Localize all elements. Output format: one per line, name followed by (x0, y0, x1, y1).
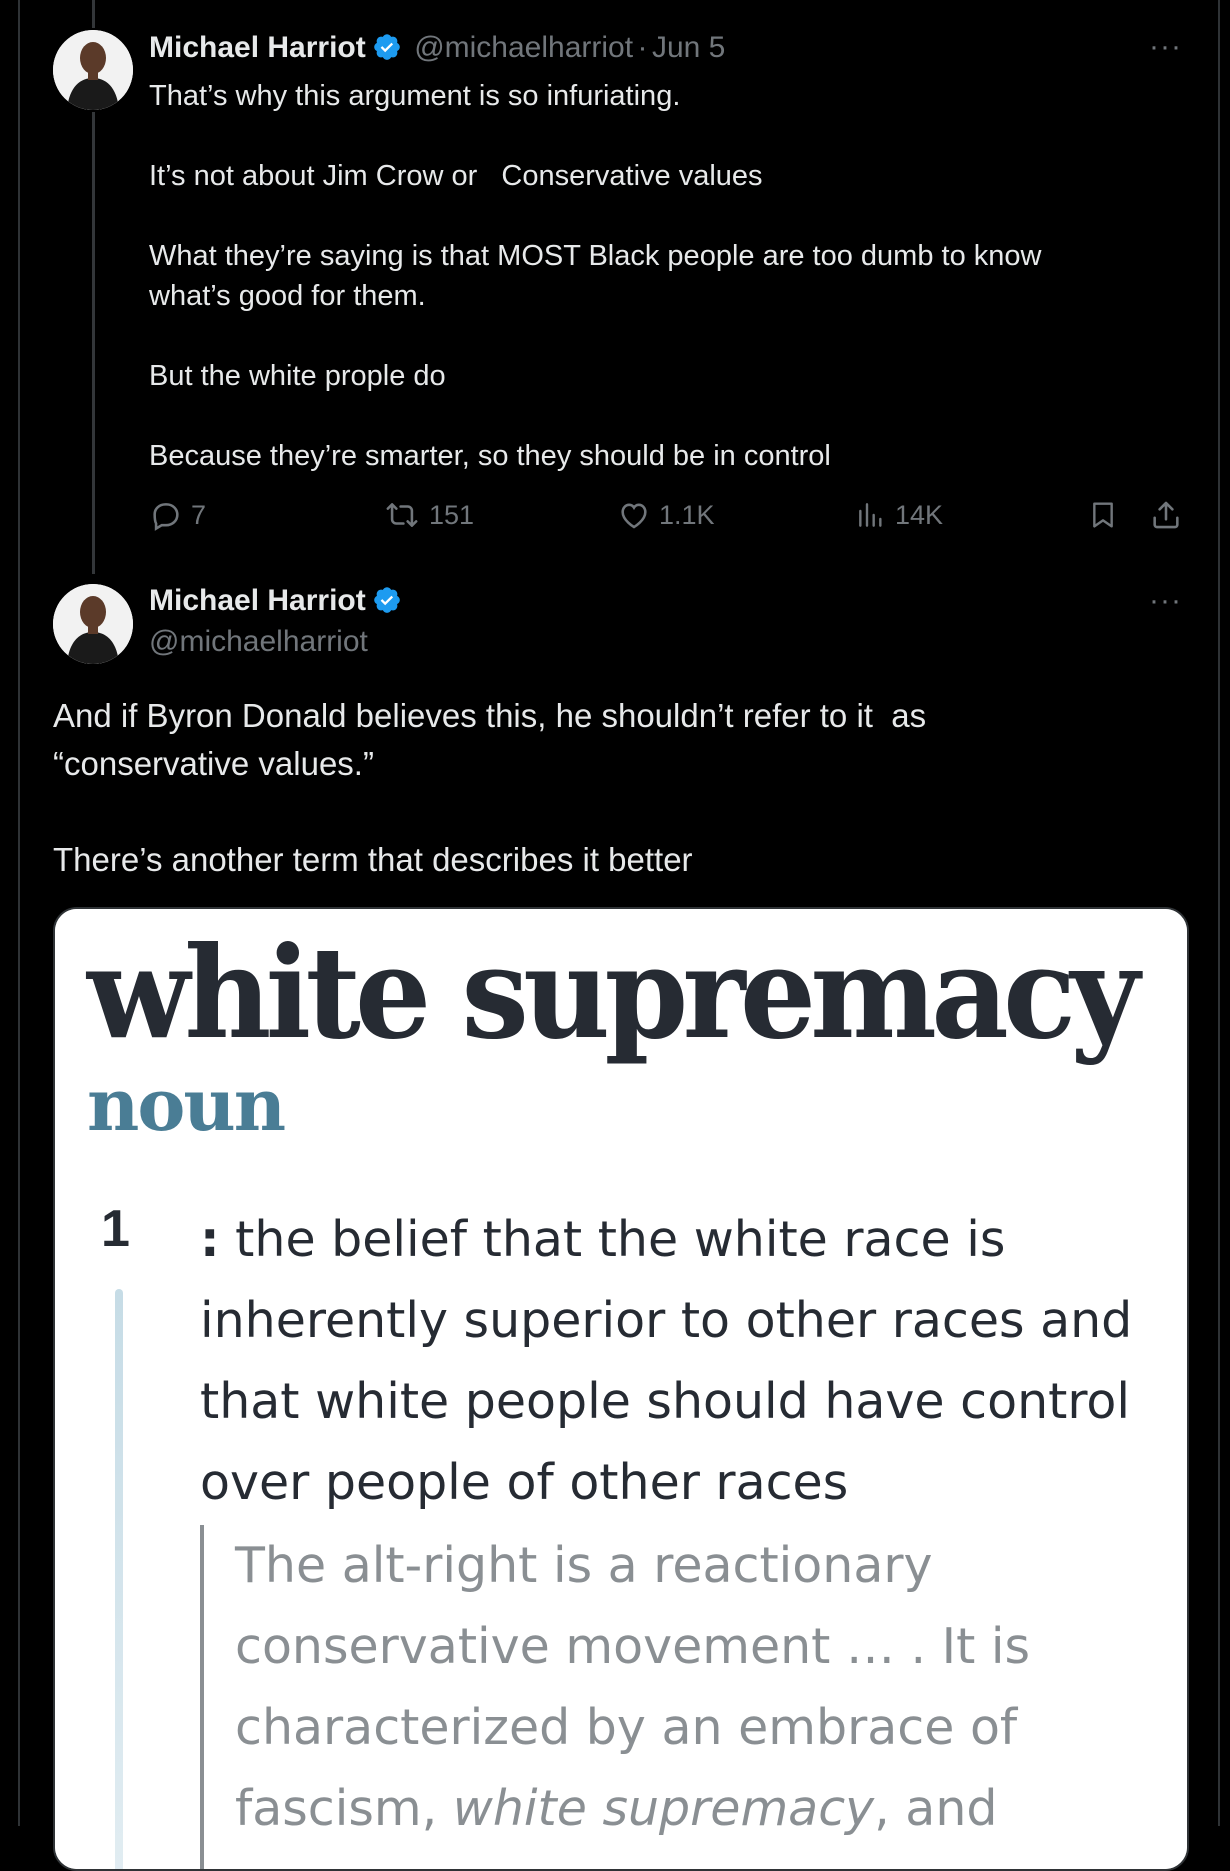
share-icon (1153, 501, 1179, 529)
like-count: 1.1K (659, 499, 715, 530)
tweet-paragraph: What they’re saying is that MOST Black p… (149, 240, 1042, 312)
reply-button[interactable]: 7 (149, 498, 206, 532)
column-border-right (1218, 0, 1220, 1826)
tweet-text: And if Byron Donald believes this, he sh… (53, 692, 1173, 884)
sense-number: 1 (101, 1200, 130, 1258)
repost-icon (386, 503, 418, 527)
thread-line (92, 112, 95, 574)
tweet-header: Michael Harriot (149, 584, 402, 620)
dictionary-headword: white supremacy (87, 919, 1140, 1067)
sense-bar (115, 1289, 123, 1869)
definition-colon: : (200, 1211, 220, 1268)
tweet-paragraph: And if Byron Donald believes this, he sh… (53, 697, 936, 782)
repost-button[interactable]: 151 (383, 498, 474, 532)
tweet-date[interactable]: Jun 5 (652, 31, 725, 64)
like-button[interactable]: 1.1K (617, 498, 715, 532)
tweet-paragraph: It’s not about Jim Crow or Conservative … (149, 160, 763, 192)
like-icon (621, 503, 647, 529)
bookmark-button[interactable] (1087, 498, 1127, 532)
author-handle[interactable]: @michaelharriot (414, 31, 633, 64)
quote-italic: white supremacy (452, 1780, 875, 1837)
tweet-paragraph: But the white prople do (149, 360, 446, 392)
part-of-speech: noun (87, 1062, 286, 1147)
verified-badge-icon[interactable] (372, 32, 402, 67)
column-border-left (18, 0, 20, 1826)
avatar[interactable] (53, 30, 133, 110)
tweet-paragraph: Because they’re smarter, so they should … (149, 440, 831, 472)
more-icon[interactable]: ··· (1149, 584, 1182, 618)
views-button[interactable]: 14K (855, 498, 943, 532)
share-button[interactable] (1149, 498, 1191, 532)
more-icon[interactable]: ··· (1149, 30, 1182, 64)
verified-badge-icon[interactable] (372, 585, 402, 620)
definition-text: : the belief that the white race is inhe… (200, 1199, 1150, 1523)
bookmark-icon (1093, 502, 1113, 528)
tweet-image[interactable]: white supremacy noun 1 : the belief that… (53, 907, 1189, 1871)
avatar[interactable] (53, 584, 133, 664)
views-count: 14K (895, 499, 944, 530)
author-name[interactable]: Michael Harriot (149, 584, 366, 617)
separator-dot: · (637, 31, 648, 64)
dictionary-entry-image: white supremacy noun 1 : the belief that… (55, 909, 1187, 1869)
author-handle[interactable]: @michaelharriot (149, 625, 368, 659)
tweet-header: Michael Harriot @michaelharriot · Jun 5 (149, 31, 725, 67)
usage-quote: The alt-right is a reactionary conservat… (200, 1525, 1150, 1869)
reply-icon (153, 503, 179, 531)
thread-line-top (92, 0, 95, 28)
tweet-actions: 7 151 1.1K 14K (149, 498, 1189, 538)
tweet-text: That’s why this argument is so infuriati… (149, 76, 1109, 476)
tweet-paragraph: There’s another term that describes it b… (53, 841, 693, 878)
reply-count: 7 (191, 499, 207, 530)
definition-body: the belief that the white race is inhere… (200, 1211, 1133, 1511)
repost-count: 151 (429, 499, 475, 530)
views-icon (859, 503, 882, 527)
author-name[interactable]: Michael Harriot (149, 31, 366, 64)
tweet-paragraph: That’s why this argument is so infuriati… (149, 80, 681, 112)
quote-end: , and (874, 1780, 998, 1837)
